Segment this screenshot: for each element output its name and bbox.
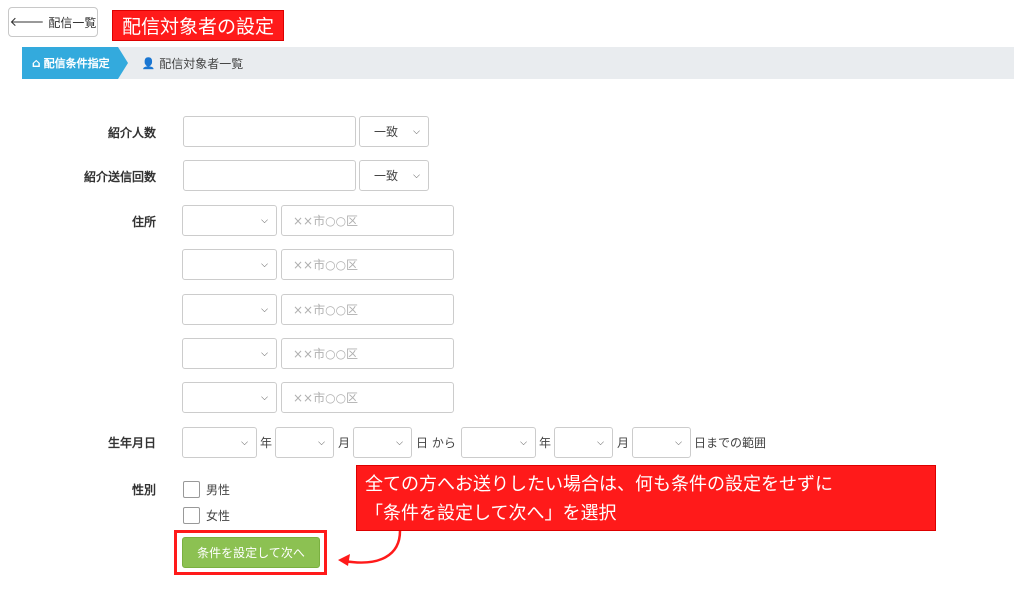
month-unit-from: 月 (338, 436, 351, 450)
day-to-label: 日までの範囲 (694, 436, 767, 450)
user-icon: 👤 (141, 56, 156, 70)
address-label: 住所 (131, 215, 156, 229)
chevron-down-icon: ⌵ (261, 259, 268, 270)
chevron-down-icon: ⌵ (261, 392, 268, 403)
month-unit-to: 月 (617, 436, 630, 450)
breadcrumb-step-targets-label: 配信対象者一覧 (159, 56, 244, 71)
breadcrumb: ⌂ 配信条件指定 👤 配信対象者一覧 (22, 47, 1014, 79)
address-city-input-3[interactable]: ××市○○区 (281, 294, 454, 325)
chevron-down-icon: ⌵ (396, 437, 403, 448)
address-city-input-4[interactable]: ××市○○区 (281, 338, 454, 369)
year-unit-to: 年 (539, 436, 552, 450)
chevron-down-icon: ⌵ (261, 348, 268, 359)
birthdate-label: 生年月日 (107, 436, 156, 450)
birth-day-from-select[interactable]: ⌵ (353, 427, 412, 458)
chevron-down-icon: ⌵ (413, 170, 420, 181)
male-label: 男性 (206, 483, 231, 497)
chevron-down-icon: ⌵ (241, 437, 248, 448)
home-icon: ⌂ (32, 56, 41, 70)
gender-option-male[interactable]: 男性 (183, 481, 230, 498)
address-prefecture-select-2[interactable]: ⌵ (182, 249, 277, 280)
female-label: 女性 (206, 509, 231, 523)
referral-count-match-value: 一致 (374, 125, 399, 139)
annotation-line-1: 全ての方へお送りしたい場合は、何も条件の設定をせずに (365, 474, 833, 495)
gender-option-female[interactable]: 女性 (183, 507, 230, 524)
back-to-list-button[interactable]: 🡐 配信一覧 (8, 7, 98, 37)
annotation-line-2: 「条件を設定して次へ」を選択 (365, 503, 617, 524)
address-prefecture-select-3[interactable]: ⌵ (182, 294, 277, 325)
chevron-down-icon: ⌵ (597, 437, 604, 448)
address-prefecture-select-1[interactable]: ⌵ (182, 205, 277, 236)
birth-year-to-select[interactable]: ⌵ (461, 427, 536, 458)
chevron-down-icon: ⌵ (675, 437, 682, 448)
chevron-down-icon: ⌵ (261, 304, 268, 315)
referral-count-label: 紹介人数 (107, 126, 156, 140)
set-conditions-next-button[interactable]: 条件を設定して次へ (182, 537, 320, 568)
referral-send-count-match-select[interactable]: 一致 ⌵ (359, 160, 429, 191)
day-from-label: 日 から (416, 436, 456, 450)
female-checkbox[interactable] (183, 507, 200, 524)
birth-year-from-select[interactable]: ⌵ (182, 427, 257, 458)
address-prefecture-select-4[interactable]: ⌵ (182, 338, 277, 369)
referral-count-match-select[interactable]: 一致 ⌵ (359, 116, 429, 147)
gender-label: 性別 (131, 483, 156, 497)
chevron-down-icon: ⌵ (520, 437, 527, 448)
address-city-input-2[interactable]: ××市○○区 (281, 249, 454, 280)
chevron-down-icon: ⌵ (413, 126, 420, 137)
referral-count-input[interactable] (183, 116, 356, 147)
referral-send-count-match-value: 一致 (374, 169, 399, 183)
page-title: 配信対象者の設定 (112, 10, 285, 41)
arrow-left-icon: 🡐 (9, 14, 45, 30)
male-checkbox[interactable] (183, 481, 200, 498)
breadcrumb-step-conditions-label: 配信条件指定 (43, 57, 110, 70)
address-city-input-5[interactable]: ××市○○区 (281, 382, 454, 413)
back-button-label: 配信一覧 (48, 15, 97, 30)
year-unit-from: 年 (260, 436, 273, 450)
address-prefecture-select-5[interactable]: ⌵ (182, 382, 277, 413)
annotation-callout: 全ての方へお送りしたい場合は、何も条件の設定をせずに 「条件を設定して次へ」を選… (356, 465, 936, 531)
birth-month-from-select[interactable]: ⌵ (275, 427, 334, 458)
breadcrumb-step-targets[interactable]: 👤 配信対象者一覧 (142, 55, 244, 72)
address-city-input-1[interactable]: ××市○○区 (281, 205, 454, 236)
breadcrumb-step-conditions[interactable]: ⌂ 配信条件指定 (22, 47, 128, 79)
birth-day-to-select[interactable]: ⌵ (632, 427, 691, 458)
birth-month-to-select[interactable]: ⌵ (554, 427, 613, 458)
annotation-arrow-icon (338, 530, 402, 566)
referral-send-count-input[interactable] (183, 160, 356, 191)
page: 🡐 配信一覧 配信対象者の設定 ⌂ 配信条件指定 👤 配信対象者一覧 紹介人数 … (0, 0, 1024, 593)
chevron-down-icon: ⌵ (261, 215, 268, 226)
referral-send-count-label: 紹介送信回数 (83, 170, 156, 184)
chevron-down-icon: ⌵ (318, 437, 325, 448)
